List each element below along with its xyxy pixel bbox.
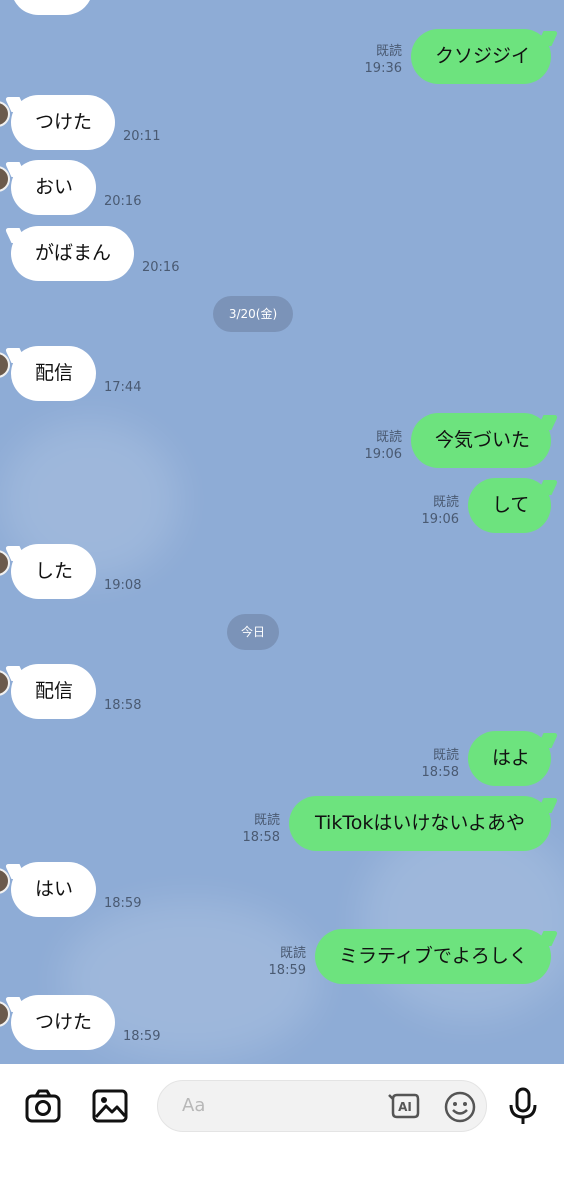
message-meta: 既読 19:06 [365, 429, 402, 463]
date-separator: 3/20(金) [213, 296, 293, 332]
camera-icon[interactable] [23, 1086, 63, 1126]
date-separator: 今日 [227, 614, 279, 650]
message-time: 20:16 [142, 260, 180, 275]
message-row: 既読 19:06 して [0, 478, 564, 533]
message-row: つけた 18:59 [0, 995, 564, 1050]
message-row [0, 0, 564, 16]
message-time: 18:59 [268, 963, 306, 978]
message-row: はい 18:59 [0, 862, 564, 917]
message-bubble[interactable]: した [11, 544, 96, 599]
message-time: 18:58 [242, 830, 280, 845]
svg-text:AI: AI [398, 1100, 412, 1114]
read-receipt: 既読 [279, 946, 306, 961]
message-row: がばまん 20:16 [0, 226, 564, 281]
message-row: 既読 18:58 はよ [0, 731, 564, 786]
message-row: 既読 18:59 ミラティブでよろしく [0, 929, 564, 984]
message-bubble[interactable]: ミラティブでよろしく [315, 929, 551, 984]
message-row: つけた 20:11 [0, 95, 564, 150]
message-row: 既読 18:58 TikTokはいけないよあや [0, 796, 564, 851]
message-bubble[interactable]: がばまん [11, 226, 134, 281]
message-bubble[interactable]: はい [11, 862, 96, 917]
message-bubble[interactable] [11, 0, 93, 15]
message-time: 19:06 [364, 447, 402, 462]
message-meta: 既読 18:58 [422, 747, 459, 781]
message-time: 20:16 [104, 194, 142, 209]
message-row: 配信 18:58 [0, 664, 564, 719]
message-time: 19:08 [104, 578, 142, 593]
ai-icon[interactable]: AI [387, 1089, 421, 1123]
message-time: 18:59 [104, 896, 142, 911]
message-bubble[interactable]: TikTokはいけないよあや [289, 796, 551, 851]
microphone-icon[interactable] [503, 1086, 543, 1126]
chat-area[interactable]: 既読 19:36 クソジジイ つけた 20:11 おい 20:16 がばまん 2… [0, 0, 564, 1064]
message-time: 19:06 [421, 512, 459, 527]
message-time: 18:59 [123, 1029, 161, 1044]
message-time: 18:58 [104, 698, 142, 713]
bottom-safe-area [0, 1148, 564, 1199]
message-row: 既読 19:06 今気づいた [0, 413, 564, 468]
message-bubble[interactable]: 配信 [11, 346, 96, 401]
read-receipt: 既読 [432, 495, 459, 510]
message-time: 19:36 [364, 61, 402, 76]
emoji-icon[interactable] [443, 1090, 477, 1124]
read-receipt: 既読 [375, 44, 402, 59]
message-time: 18:58 [421, 765, 459, 780]
message-row: した 19:08 [0, 544, 564, 599]
message-bubble[interactable]: クソジジイ [411, 29, 551, 84]
read-receipt: 既読 [432, 748, 459, 763]
message-meta: 既読 19:06 [422, 494, 459, 528]
message-bubble[interactable]: して [468, 478, 551, 533]
message-meta: 既読 18:58 [243, 812, 280, 846]
message-time: 20:11 [123, 129, 161, 144]
message-input-placeholder: Aa [182, 1095, 206, 1116]
message-bubble[interactable]: つけた [11, 95, 115, 150]
message-row: おい 20:16 [0, 160, 564, 215]
read-receipt: 既読 [253, 813, 280, 828]
message-time: 17:44 [104, 380, 142, 395]
message-bubble[interactable]: はよ [468, 731, 551, 786]
message-input[interactable]: Aa AI [157, 1080, 487, 1132]
message-meta: 既読 18:59 [269, 945, 306, 979]
message-bubble[interactable]: つけた [11, 995, 115, 1050]
message-bubble[interactable]: 配信 [11, 664, 96, 719]
message-bubble[interactable]: おい [11, 160, 96, 215]
image-icon[interactable] [90, 1086, 130, 1126]
message-bubble[interactable]: 今気づいた [411, 413, 551, 468]
read-receipt: 既読 [375, 430, 402, 445]
message-meta: 既読 19:36 [365, 43, 402, 77]
message-row: 既読 19:36 クソジジイ [0, 29, 564, 84]
message-row: 配信 17:44 [0, 346, 564, 401]
input-toolbar: Aa AI [0, 1064, 564, 1148]
